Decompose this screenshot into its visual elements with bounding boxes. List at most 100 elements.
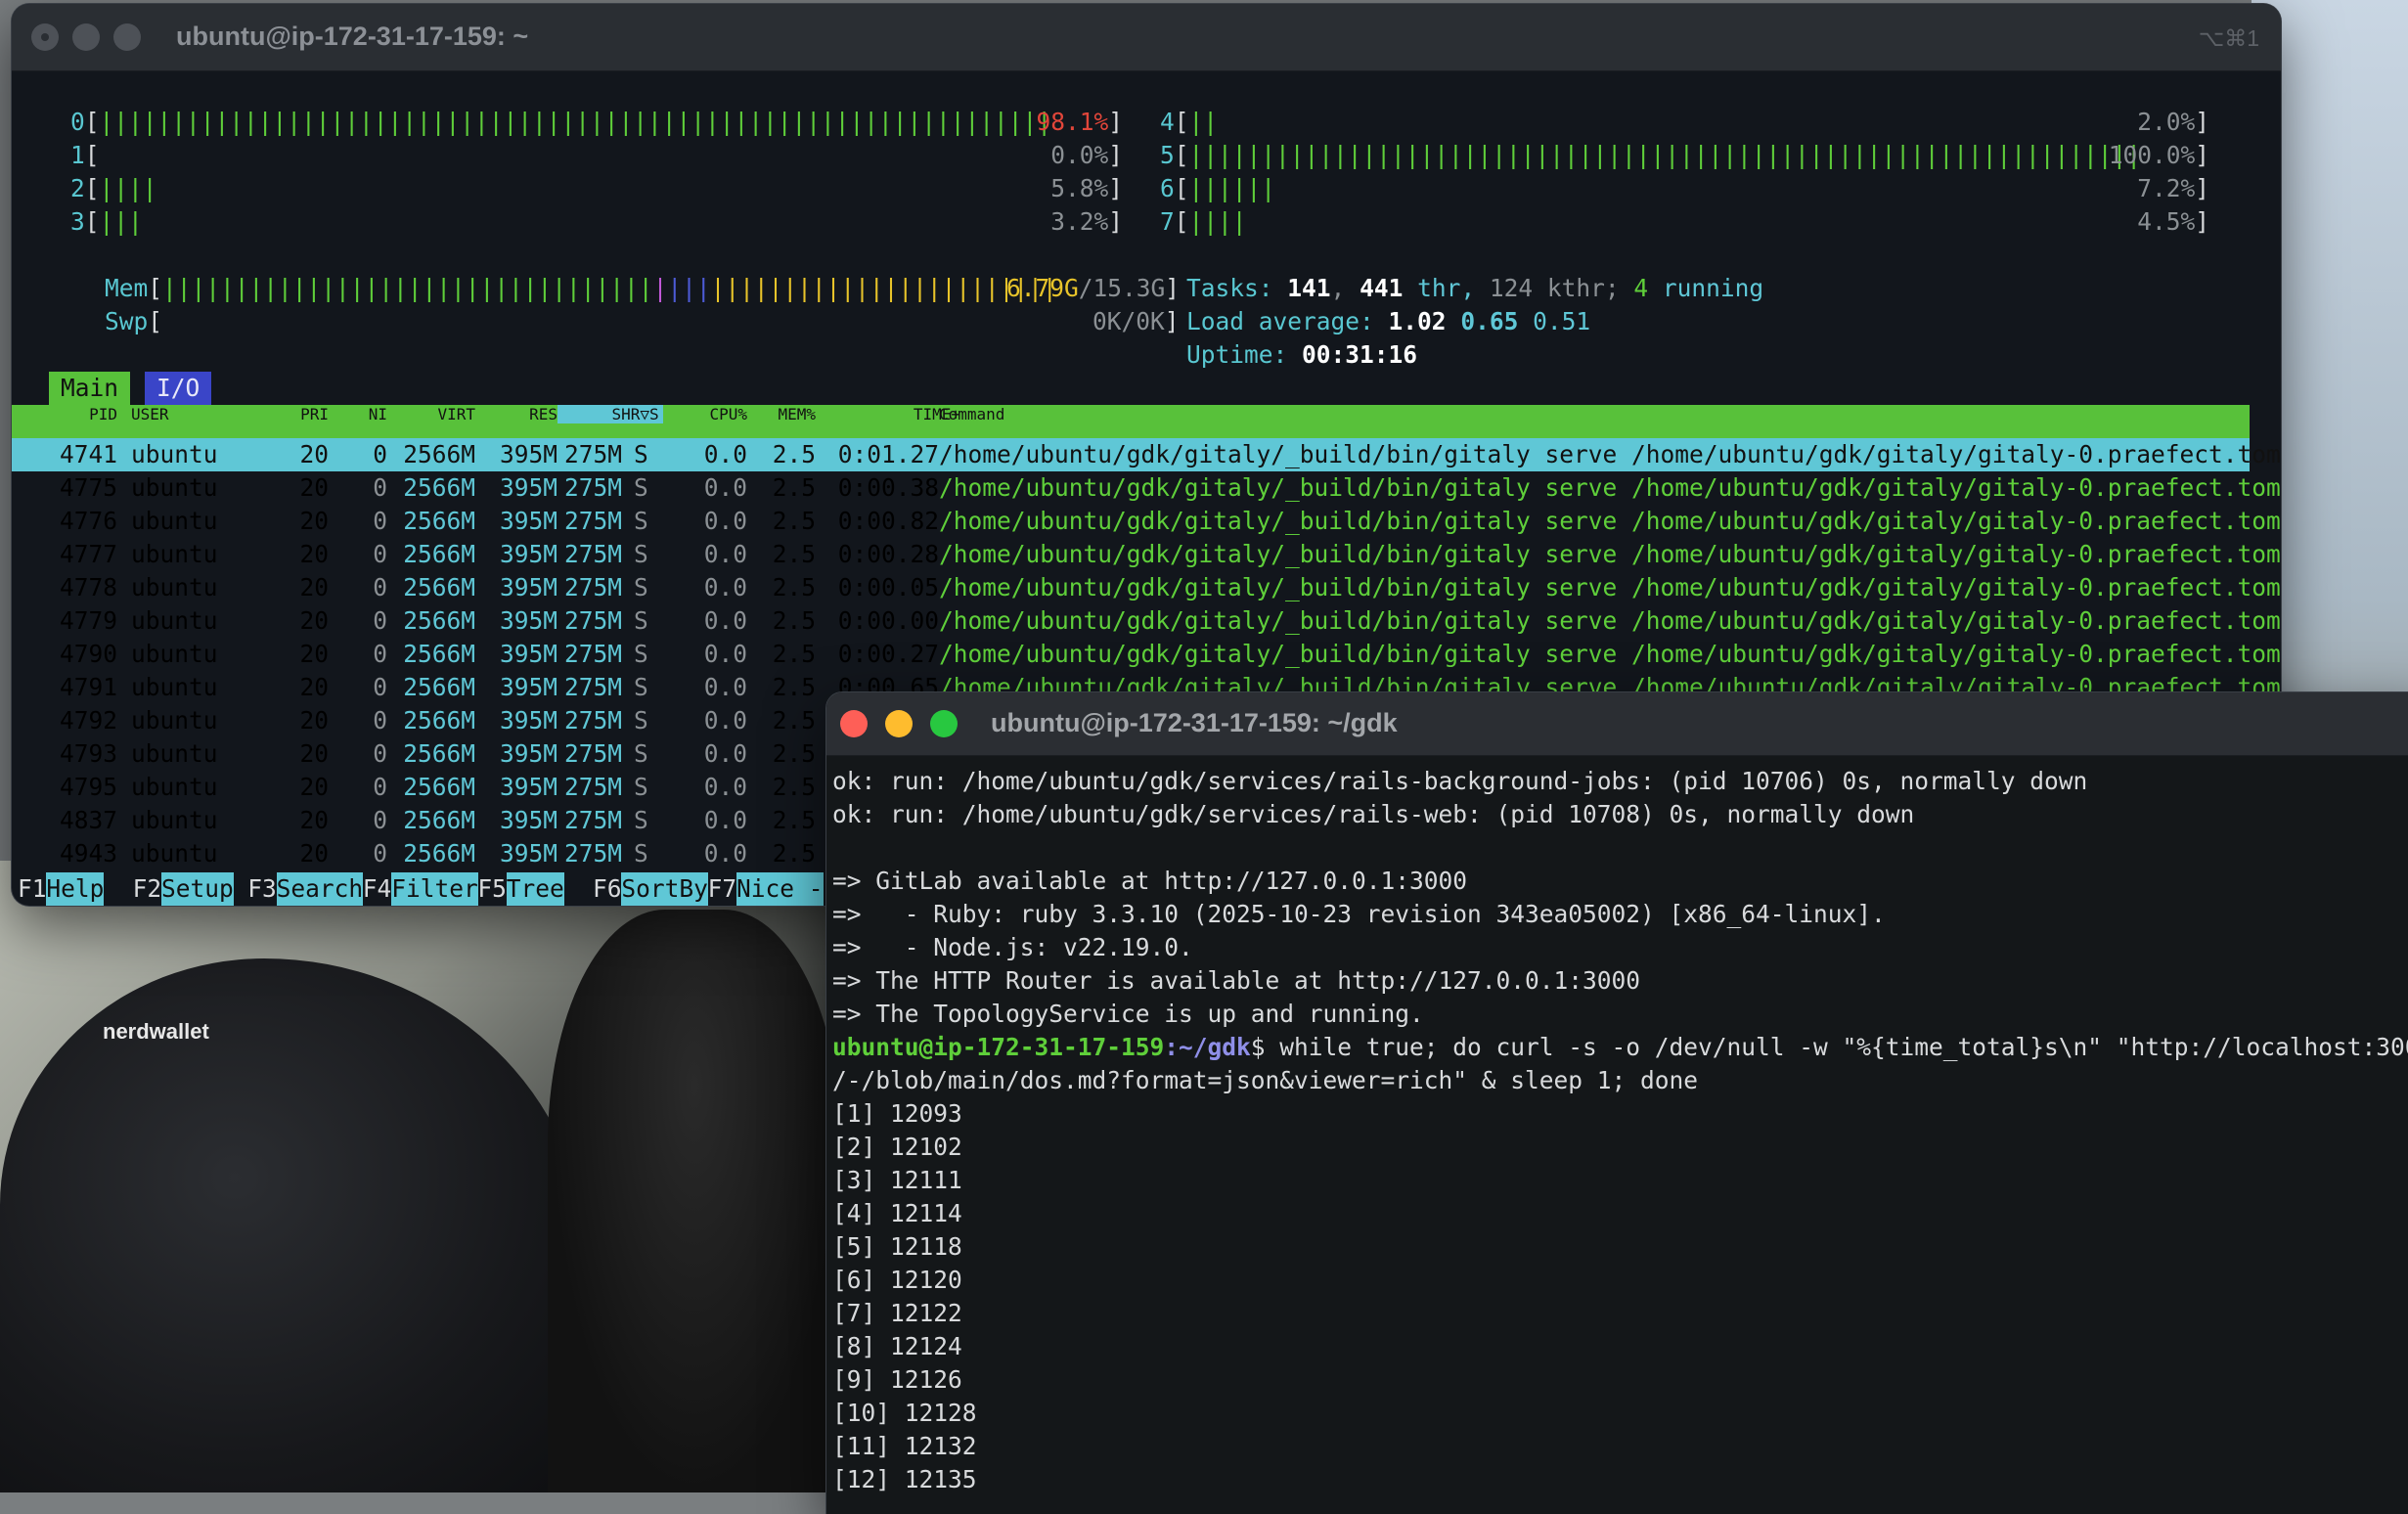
fkey-label-f5[interactable]: Tree [506,872,564,906]
fkey-f5[interactable]: F5 [477,872,507,906]
tab-io[interactable]: I/O [145,372,212,405]
fkey-f2[interactable]: F2 [133,872,162,906]
cell-s: S [634,839,648,868]
process-row[interactable]: 4776 ubuntu 20 0 2566M 395M 275M S 0.0 2.5 0:00.82… [12,505,2281,538]
col-pid[interactable]: PID [12,405,117,423]
col-command[interactable]: Command [939,405,1004,423]
shell-prompt-line[interactable]: ubuntu@ip-172-31-17-159:~/gdk$ while tru… [832,1031,2408,1064]
process-row[interactable]: 4775 ubuntu 20 0 2566M 395M 275M S 0.0 2.5 0:00.38… [12,471,2281,505]
tab-main[interactable]: Main [49,372,131,405]
cell-cpu: 0.0 [703,806,747,834]
cell-cmd: /home/ubuntu/gdk/gitaly/_build/bin/gital… [939,640,2281,668]
zoom-button[interactable] [113,23,141,51]
cell-ni: 0 [373,706,387,735]
process-row-selected[interactable]: 4741 ubuntu 20 0 2566M 395M 275M S 0.0 2.5 0:01.27… [12,438,2281,471]
cpu-percent-7: 4.5%] [2137,207,2209,236]
cell-virt: 2566M [403,739,475,768]
cell-ni: 0 [373,640,387,668]
cell-time: 0:00.28 [837,540,939,568]
cell-cmd: /home/ubuntu/gdk/gitaly/_build/bin/gital… [939,573,2281,601]
col-shr-sorted[interactable]: SHR▽ [557,405,649,423]
fkey-f1[interactable]: F1 [18,872,47,906]
close-button[interactable] [31,23,59,51]
htop-titlebar[interactable]: ubuntu@ip-172-31-17-159: ~ ⌥⌘1 [12,4,2281,71]
cell-s: S [634,507,648,535]
fkey-label-f3[interactable]: Search [276,872,364,906]
col-ni[interactable]: NI [338,405,387,423]
cell-pid: 4792 [59,706,117,735]
gdk-titlebar[interactable]: ubuntu@ip-172-31-17-159: ~/gdk [826,692,2408,756]
col-mem[interactable]: MEM% [747,405,816,423]
cell-s: S [634,806,648,834]
fkey-f7[interactable]: F7 [708,872,737,906]
cell-mem: 2.5 [772,739,816,768]
cpu-percent-2: 5.8%] [1050,174,1123,202]
close-button[interactable] [840,710,868,737]
job-line: [7] 12122 [832,1299,962,1327]
gdk-terminal-window[interactable]: ubuntu@ip-172-31-17-159: ~/gdk ok: run: … [826,692,2408,1514]
cell-cpu: 0.0 [703,440,747,468]
cell-ni: 0 [373,606,387,635]
cpu-bar-0: ||||||||||||||||||||||||||||||||||||||||… [99,108,1052,136]
col-state[interactable]: S [649,405,663,423]
cell-mem: 2.5 [772,507,816,535]
cell-time: 0:00.27 [837,640,939,668]
fkey-f6[interactable]: F6 [593,872,622,906]
col-virt[interactable]: VIRT [391,405,475,423]
minimize-button[interactable] [72,23,100,51]
cell-res: 395M [499,673,557,701]
col-user[interactable]: USER [131,405,169,423]
cpu-percent-6: 7.2%] [2137,174,2209,202]
cell-res: 395M [499,440,557,468]
cpu-bar-3: ||| [99,207,143,236]
process-row[interactable]: 4790 ubuntu 20 0 2566M 395M 275M S 0.0 2.5 0:00.27… [12,638,2281,671]
cell-s: S [634,440,648,468]
cell-res: 395M [499,739,557,768]
cell-shr: 275M [563,440,622,468]
job-line: [12] 12135 [832,1465,977,1493]
fkey-f4[interactable]: F4 [363,872,392,906]
fkey-label-f7[interactable]: Nice - [736,872,824,906]
cpu-percent-0: 98.1%] [1036,108,1123,136]
cpu-meter-2: 2[|||| [70,174,157,202]
cell-shr: 275M [563,540,622,568]
cell-virt: 2566M [403,573,475,601]
cell-virt: 2566M [403,606,475,635]
cpu-meter-5: 5[||||||||||||||||||||||||||||||||||||||… [1160,141,2142,169]
cell-cmd: /home/ubuntu/gdk/gitaly/_build/bin/gital… [939,507,2281,535]
col-cpu[interactable]: CPU% [669,405,747,423]
cell-time: 0:01.27 [837,440,939,468]
fkey-label-f6[interactable]: SortBy [621,872,708,906]
cell-shr: 275M [563,839,622,868]
zoom-button[interactable] [930,710,958,737]
cell-res: 395M [499,573,557,601]
process-row[interactable]: 4778 ubuntu 20 0 2566M 395M 275M S 0.0 2.5 0:00.05… [12,571,2281,604]
col-pri[interactable]: PRI [266,405,329,423]
cell-ni: 0 [373,673,387,701]
cell-virt: 2566M [403,473,475,502]
fkey-label-f4[interactable]: Filter [391,872,478,906]
fkey-f3[interactable]: F3 [247,872,277,906]
cell-mem: 2.5 [772,606,816,635]
tasks-meter: Tasks: 141, 441 thr, 124 kthr; 4 running [1186,274,1764,302]
cell-virt: 2566M [403,507,475,535]
cell-pid: 4778 [59,573,117,601]
cpu-meter-6: 6[|||||| [1160,174,1276,202]
cell-user: ubuntu [131,507,218,535]
col-res[interactable]: RES [479,405,557,423]
cell-pid: 4793 [59,739,117,768]
cpu-meter-4: 4[|| [1160,108,1219,136]
cell-time: 0:00.38 [837,473,939,502]
minimize-button[interactable] [885,710,913,737]
process-row[interactable]: 4777 ubuntu 20 0 2566M 395M 275M S 0.0 2.5 0:00.28… [12,538,2281,571]
process-row[interactable]: 4779 ubuntu 20 0 2566M 395M 275M S 0.0 2.5 0:00.00… [12,604,2281,638]
cell-res: 395M [499,540,557,568]
cell-pri: 20 [299,473,329,502]
fkey-label-f2[interactable]: Setup [161,872,234,906]
job-line: [1] 12093 [832,1099,962,1128]
fkey-label-f1[interactable]: Help [46,872,105,906]
cell-shr: 275M [563,573,622,601]
cell-mem: 2.5 [772,706,816,735]
cell-ni: 0 [373,839,387,868]
cell-cpu: 0.0 [703,739,747,768]
